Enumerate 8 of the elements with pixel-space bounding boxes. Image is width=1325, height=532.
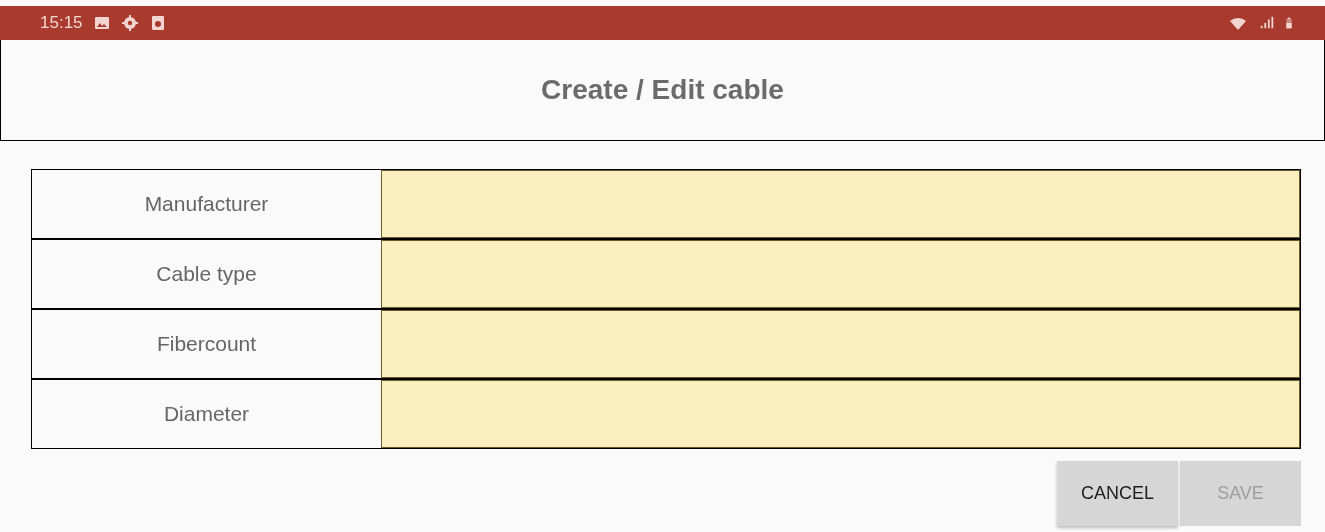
cancel-button[interactable]: CANCEL [1057, 461, 1178, 526]
input-field[interactable] [381, 310, 1300, 378]
input-field[interactable] [381, 170, 1300, 238]
clock: 15:15 [40, 13, 83, 33]
image-icon [92, 14, 111, 32]
page-title: Create / Edit cable [541, 74, 784, 106]
input-field[interactable] [381, 380, 1300, 448]
input-field[interactable] [381, 240, 1300, 308]
